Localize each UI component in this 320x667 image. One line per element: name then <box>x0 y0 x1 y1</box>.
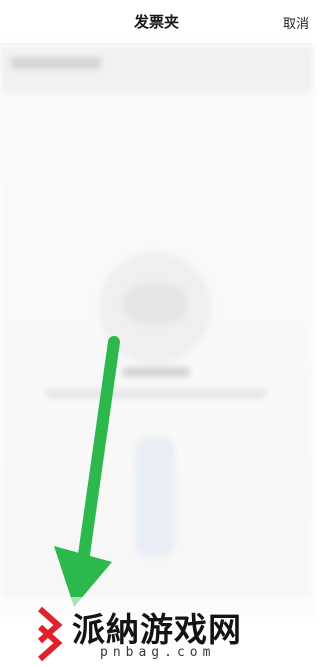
empty-state-illustration-inner <box>123 284 187 324</box>
watermark-brand-text: 派納游戏网 <box>72 610 242 649</box>
empty-state-subtitle <box>46 390 266 398</box>
cancel-button[interactable]: 取消 <box>283 13 309 32</box>
pnbag-logo-icon <box>38 606 63 661</box>
page-title: 发票夹 <box>133 13 179 31</box>
blurred-header-line <box>10 57 102 69</box>
watermark-bar: 派納游戏网 pnbag.com <box>0 597 313 667</box>
watermark-url-text: pnbag.com <box>100 645 216 660</box>
blurred-action-button[interactable] <box>135 437 175 557</box>
blurred-header-card <box>0 45 313 93</box>
invoice-folder-content <box>0 45 313 615</box>
empty-state-title <box>122 367 190 377</box>
top-nav-bar: 发票夹 取消 <box>0 0 313 45</box>
empty-state-illustration <box>99 252 211 364</box>
